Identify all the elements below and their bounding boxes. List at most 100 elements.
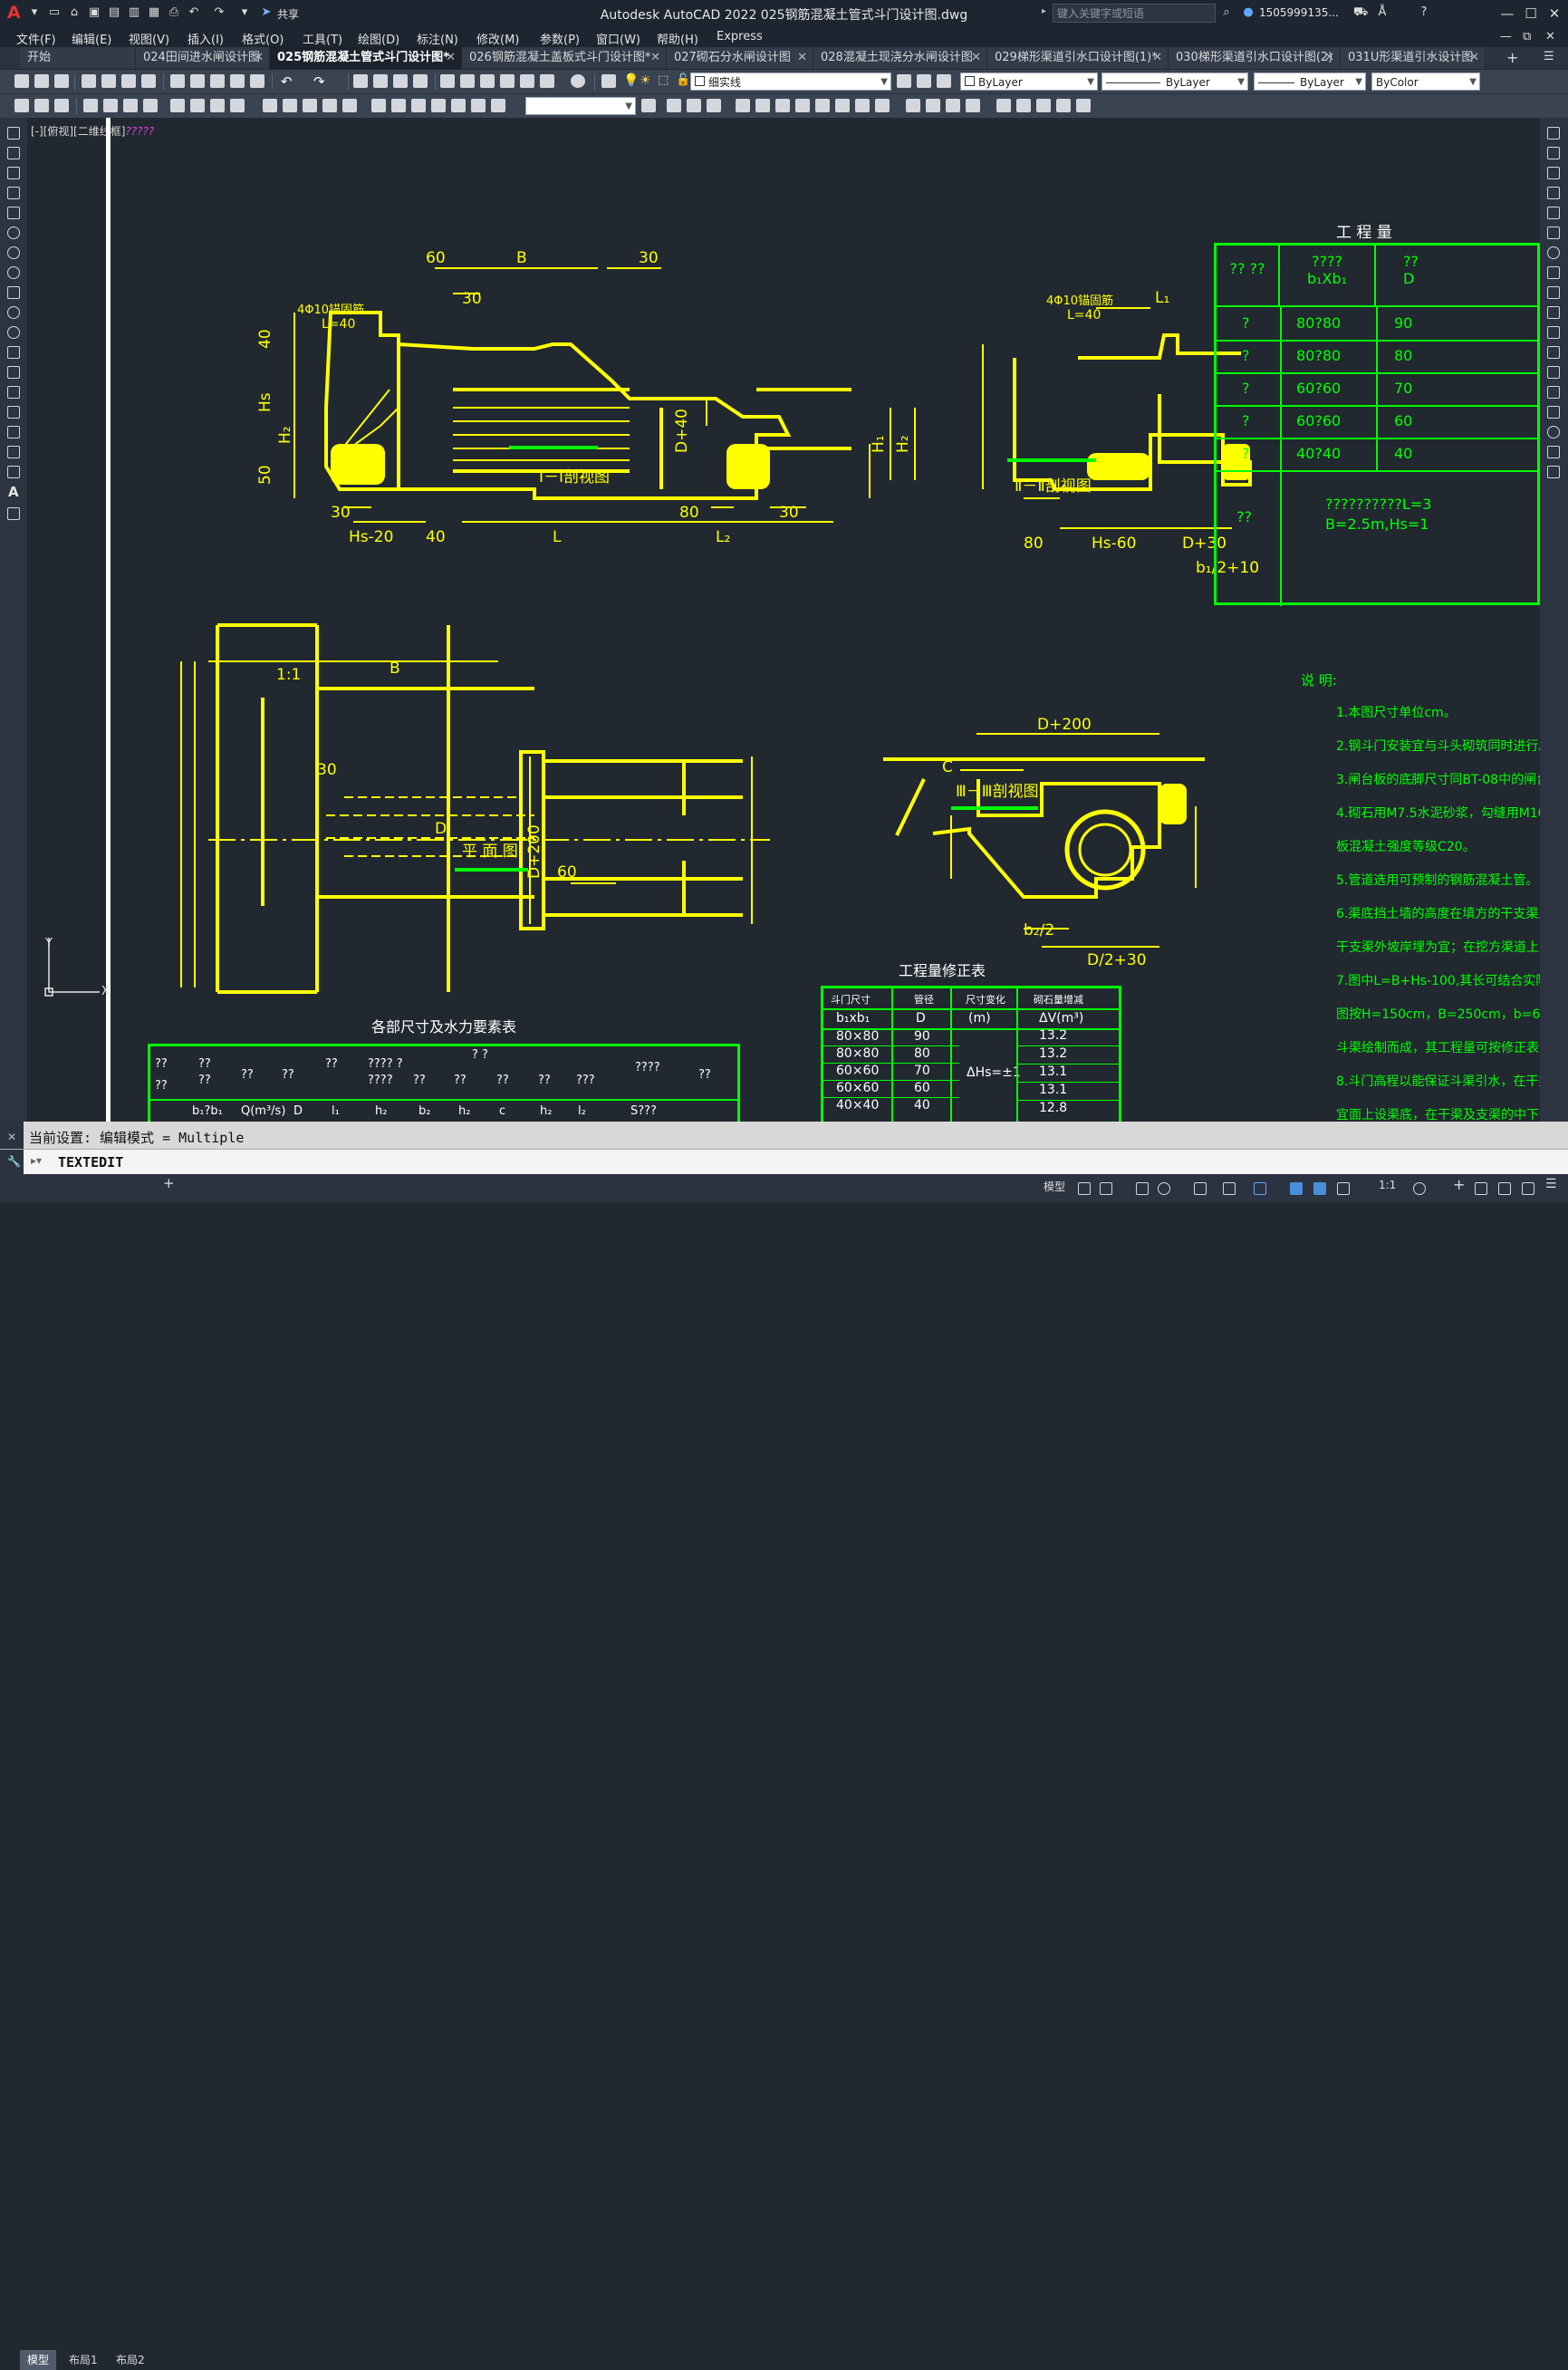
tab-layout2[interactable]: 布局2 bbox=[109, 2350, 152, 2370]
blend-curves-icon[interactable] bbox=[1547, 446, 1560, 458]
tolerance-icon[interactable] bbox=[371, 99, 386, 112]
dim-continue-icon[interactable] bbox=[303, 99, 317, 112]
layer-dropdown[interactable]: 细实线 ▼ bbox=[690, 72, 891, 91]
layer-previous-icon[interactable] bbox=[917, 74, 931, 88]
polyline-icon[interactable] bbox=[7, 167, 20, 179]
doc-restore-icon[interactable]: ⧉ bbox=[1523, 30, 1531, 43]
navbar-icon[interactable] bbox=[1016, 99, 1031, 112]
viewcube-icon[interactable] bbox=[996, 99, 1011, 112]
draw-order-above-icon[interactable] bbox=[707, 99, 721, 112]
menu-tools[interactable]: 工具(T) bbox=[303, 30, 342, 47]
add-selected-icon[interactable] bbox=[7, 507, 20, 520]
recent-commands-icon[interactable]: ▸▾ bbox=[31, 1154, 42, 1167]
tab-close-icon[interactable]: ✕ bbox=[446, 47, 456, 69]
help-icon[interactable] bbox=[571, 74, 585, 88]
extend-icon[interactable] bbox=[1547, 326, 1560, 339]
dim-override-icon[interactable] bbox=[641, 99, 656, 112]
open-icon[interactable] bbox=[34, 74, 49, 88]
tab-close-icon[interactable]: ✕ bbox=[1152, 47, 1162, 69]
cut-icon[interactable] bbox=[170, 74, 185, 88]
3d-print-icon[interactable] bbox=[141, 74, 156, 88]
paste-icon[interactable] bbox=[210, 74, 225, 88]
dim-space-icon[interactable] bbox=[322, 99, 337, 112]
isodraft-icon[interactable] bbox=[1194, 1182, 1207, 1195]
zoom-realtime-icon[interactable] bbox=[373, 74, 388, 88]
dim-diameter-icon[interactable] bbox=[210, 99, 225, 112]
tab-list-icon[interactable]: ☰ bbox=[1544, 50, 1554, 63]
copy-icon[interactable] bbox=[190, 74, 205, 88]
ellipse-arc-icon[interactable] bbox=[7, 326, 20, 339]
clip-icon[interactable] bbox=[795, 99, 810, 112]
dim-text-edit-icon[interactable] bbox=[471, 99, 486, 112]
snap-underlay-icon[interactable] bbox=[875, 99, 890, 112]
menu-view[interactable]: 视图(V) bbox=[129, 30, 169, 47]
autodesk-app-icon[interactable]: Å bbox=[1375, 5, 1390, 20]
lineweight-icon[interactable] bbox=[1290, 1182, 1303, 1195]
dim-break-icon[interactable] bbox=[342, 99, 357, 112]
menu-help[interactable]: 帮助(H) bbox=[657, 30, 698, 47]
user-name[interactable]: 1505999135... bbox=[1259, 6, 1339, 19]
new-tab-icon[interactable]: + bbox=[1506, 49, 1518, 66]
ucs-world-icon[interactable] bbox=[926, 99, 940, 112]
tab-close-icon[interactable]: ✕ bbox=[1324, 47, 1334, 69]
draw-order-front-icon[interactable] bbox=[667, 99, 681, 112]
region-icon[interactable] bbox=[7, 446, 20, 458]
circle-icon[interactable] bbox=[7, 246, 20, 259]
revision-cloud-icon[interactable] bbox=[7, 266, 20, 279]
ucs-face-icon[interactable] bbox=[966, 99, 980, 112]
tab-close-icon[interactable]: ✕ bbox=[1469, 47, 1479, 69]
annotation-monitor-icon[interactable]: + bbox=[1453, 1176, 1465, 1193]
stretch-icon[interactable] bbox=[1547, 286, 1560, 299]
tab-031[interactable]: 031U形渠道引水设计图 ✕ bbox=[1341, 47, 1486, 69]
dim-angular-icon[interactable] bbox=[230, 99, 245, 112]
units-icon[interactable] bbox=[1475, 1182, 1487, 1195]
tab-025[interactable]: 025钢筋混凝土管式斗门设计图* ✕ bbox=[270, 47, 462, 69]
match-properties-icon[interactable] bbox=[230, 74, 245, 88]
menu-format[interactable]: 格式(O) bbox=[242, 30, 284, 47]
zoom-window-icon[interactable] bbox=[393, 74, 408, 88]
linetype-dropdown[interactable]: ByLayer ▼ bbox=[1101, 72, 1248, 91]
tab-close-icon[interactable]: ✕ bbox=[797, 47, 807, 69]
object-snap-icon[interactable] bbox=[1254, 1182, 1266, 1195]
dim-edit-icon[interactable] bbox=[451, 99, 466, 112]
lineweight-dropdown[interactable]: ByLayer ▼ bbox=[1254, 72, 1366, 91]
close-command-icon[interactable]: ✕ bbox=[7, 1131, 16, 1143]
sheet-set-icon[interactable] bbox=[500, 74, 515, 88]
rectangle-icon[interactable] bbox=[7, 207, 20, 219]
table-icon[interactable] bbox=[7, 466, 20, 478]
underlay-layers-icon[interactable] bbox=[835, 99, 850, 112]
explode-icon[interactable] bbox=[1547, 466, 1560, 478]
trim-icon[interactable] bbox=[1547, 306, 1560, 319]
snap-icon[interactable] bbox=[1100, 1182, 1112, 1195]
orbit-icon[interactable] bbox=[1076, 99, 1091, 112]
doc-minimize-icon[interactable]: — bbox=[1500, 30, 1512, 43]
make-layer-current-icon[interactable] bbox=[897, 74, 911, 88]
maximize-icon[interactable]: ☐ bbox=[1520, 4, 1542, 24]
line-icon[interactable] bbox=[7, 127, 20, 140]
search-icon[interactable]: ⌕ bbox=[1219, 5, 1234, 20]
copy-object-icon[interactable] bbox=[1547, 147, 1560, 159]
adjust-icon[interactable] bbox=[815, 99, 830, 112]
dim-update-icon[interactable] bbox=[491, 99, 505, 112]
publish-icon[interactable] bbox=[121, 74, 136, 88]
dim-linear-icon[interactable] bbox=[83, 99, 98, 112]
create-block-icon[interactable] bbox=[755, 99, 770, 112]
draw-order-back-icon[interactable] bbox=[687, 99, 701, 112]
help-icon[interactable]: ? bbox=[1417, 5, 1431, 20]
tab-027[interactable]: 027砌石分水闸设计图 ✕ bbox=[667, 47, 813, 69]
layer-vp-icon[interactable]: ⬚ bbox=[658, 73, 669, 87]
close-icon[interactable]: ✕ bbox=[1544, 4, 1565, 24]
menu-insert[interactable]: 插入(I) bbox=[188, 30, 224, 47]
mirror-icon[interactable] bbox=[1547, 167, 1560, 179]
jogged-linear-icon[interactable] bbox=[431, 99, 446, 112]
doc-close-icon[interactable]: ✕ bbox=[1545, 30, 1555, 43]
menu-edit[interactable]: 编辑(E) bbox=[72, 30, 111, 47]
text-style-icon[interactable] bbox=[34, 99, 49, 112]
dim-arc-icon[interactable] bbox=[123, 99, 138, 112]
tab-start[interactable]: 开始 bbox=[20, 47, 136, 69]
plot-icon[interactable] bbox=[82, 74, 96, 88]
menu-dimension[interactable]: 标注(N) bbox=[417, 30, 458, 47]
dim-jogged-icon[interactable] bbox=[190, 99, 205, 112]
customize-command-icon[interactable]: 🔧 bbox=[7, 1155, 21, 1168]
attach-icon[interactable] bbox=[775, 99, 790, 112]
